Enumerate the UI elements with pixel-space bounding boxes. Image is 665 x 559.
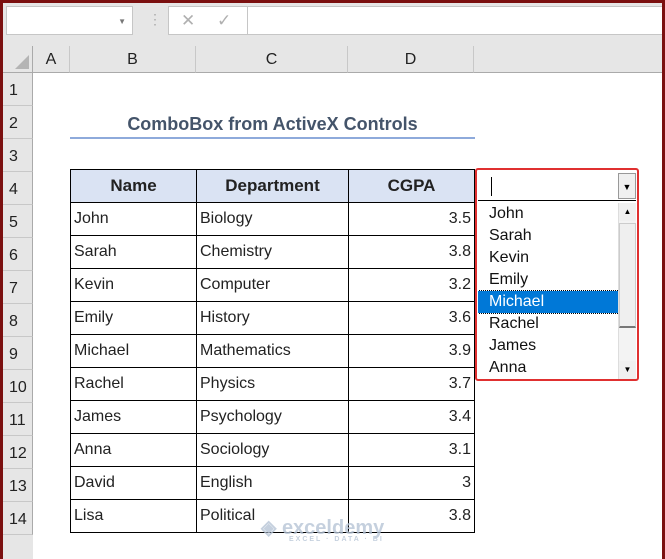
column-header-c[interactable]: C	[196, 46, 348, 73]
excel-window: ▼ ⋮ ✕ ✓ fx A B C D 1 2 3 4 5 6 7 8 9 10 …	[3, 3, 662, 559]
row-header[interactable]: 9	[3, 337, 33, 370]
cell-name[interactable]: Michael	[70, 334, 197, 368]
cell-cgpa[interactable]: 3.7	[348, 367, 475, 401]
column-header-blank	[474, 46, 662, 73]
column-header-b[interactable]: B	[70, 46, 196, 73]
row-header[interactable]: 10	[3, 370, 33, 403]
table-row: David English 3	[70, 466, 475, 500]
cell-department[interactable]: Computer	[196, 268, 349, 302]
row-headers: 1 2 3 4 5 6 7 8 9 10 11 12 13 14	[3, 73, 33, 535]
formula-input[interactable]	[247, 6, 662, 35]
combobox-option[interactable]: John	[478, 203, 619, 225]
cell-name[interactable]: David	[70, 466, 197, 500]
cell-department[interactable]: Psychology	[196, 400, 349, 434]
header-cgpa[interactable]: CGPA	[348, 169, 475, 203]
row-header[interactable]: 14	[3, 502, 33, 535]
watermark-logo: ◈ exceldemy EXCEL · DATA · BI	[261, 517, 385, 543]
select-all-button[interactable]	[3, 46, 33, 73]
enter-icon[interactable]: ✓	[217, 11, 231, 31]
combobox-dropdown-list: John Sarah Kevin Emily Michael Rachel James Ann…	[478, 203, 636, 379]
drag-handle-icon[interactable]: ⋮	[148, 11, 162, 28]
column-header-d[interactable]: D	[348, 46, 474, 73]
row-header[interactable]: 11	[3, 403, 33, 436]
cell-cgpa[interactable]: 3.6	[348, 301, 475, 335]
row-header[interactable]: 8	[3, 304, 33, 337]
table-row: Emily History 3.6	[70, 301, 475, 335]
cell-name[interactable]: James	[70, 400, 197, 434]
table-row: John Biology 3.5	[70, 202, 475, 236]
cell-name[interactable]: Anna	[70, 433, 197, 467]
combobox-option[interactable]: James	[478, 335, 619, 357]
table-row: Rachel Physics 3.7	[70, 367, 475, 401]
combobox-option[interactable]: Sarah	[478, 225, 619, 247]
data-table: Name Department CGPA John Biology 3.5 Sarah…	[70, 169, 475, 533]
cancel-icon[interactable]: ✕	[181, 11, 195, 31]
scroll-thumb[interactable]	[619, 223, 636, 328]
cell-cgpa[interactable]: 3.5	[348, 202, 475, 236]
name-box[interactable]: ▼	[6, 6, 133, 35]
header-department[interactable]: Department	[196, 169, 349, 203]
cell-department[interactable]: Chemistry	[196, 235, 349, 269]
row-header[interactable]: 7	[3, 271, 33, 304]
cell-department[interactable]: History	[196, 301, 349, 335]
cell-department[interactable]: English	[196, 466, 349, 500]
table-row: Sarah Chemistry 3.8	[70, 235, 475, 269]
column-header-a[interactable]: A	[33, 46, 70, 73]
row-header[interactable]: 12	[3, 436, 33, 469]
combobox-input[interactable]: ▼	[478, 171, 636, 201]
table-row: James Psychology 3.4	[70, 400, 475, 434]
combobox-option[interactable]: Michael	[478, 290, 620, 314]
row-header[interactable]: 4	[3, 172, 33, 205]
cell-cgpa[interactable]: 3.8	[348, 235, 475, 269]
row-header[interactable]: 3	[3, 139, 33, 172]
cell-department[interactable]: Sociology	[196, 433, 349, 467]
cell-cgpa[interactable]: 3.4	[348, 400, 475, 434]
cell-cgpa[interactable]: 3.1	[348, 433, 475, 467]
cell-cgpa[interactable]: 3.9	[348, 334, 475, 368]
table-row: Anna Sociology 3.1	[70, 433, 475, 467]
chevron-down-icon[interactable]: ▼	[118, 17, 126, 26]
combobox-option[interactable]: Emily	[478, 269, 619, 291]
scrollbar[interactable]: ▲ ▼	[618, 203, 636, 379]
activex-combobox[interactable]: ▼ John Sarah Kevin Emily Michael Rachel James A…	[475, 168, 639, 381]
cell-department[interactable]: Physics	[196, 367, 349, 401]
combobox-option[interactable]: Rachel	[478, 313, 619, 335]
cell-name[interactable]: Kevin	[70, 268, 197, 302]
cell-department[interactable]: Mathematics	[196, 334, 349, 368]
cell-cgpa[interactable]: 3	[348, 466, 475, 500]
cell-cgpa[interactable]: 3.2	[348, 268, 475, 302]
cell-name[interactable]: Rachel	[70, 367, 197, 401]
row-header[interactable]: 5	[3, 205, 33, 238]
combobox-option[interactable]: Kevin	[478, 247, 619, 269]
sheet-title: ComboBox from ActiveX Controls	[70, 106, 475, 139]
cell-name[interactable]: John	[70, 202, 197, 236]
cell-name[interactable]: Lisa	[70, 499, 197, 533]
table-row: Michael Mathematics 3.9	[70, 334, 475, 368]
cell-department[interactable]: Biology	[196, 202, 349, 236]
row-header[interactable]: 2	[3, 106, 33, 139]
header-name[interactable]: Name	[70, 169, 197, 203]
combobox-option[interactable]: Anna	[478, 357, 619, 379]
cell-name[interactable]: Sarah	[70, 235, 197, 269]
dropdown-arrow-button[interactable]: ▼	[618, 173, 636, 199]
row-header[interactable]: 13	[3, 469, 33, 502]
scroll-up-button[interactable]: ▲	[619, 203, 636, 221]
row-header[interactable]: 1	[3, 73, 33, 106]
table-row: Kevin Computer 3.2	[70, 268, 475, 302]
row-header[interactable]: 6	[3, 238, 33, 271]
scroll-down-button[interactable]: ▼	[619, 361, 636, 379]
cell-name[interactable]: Emily	[70, 301, 197, 335]
text-cursor	[491, 177, 492, 196]
